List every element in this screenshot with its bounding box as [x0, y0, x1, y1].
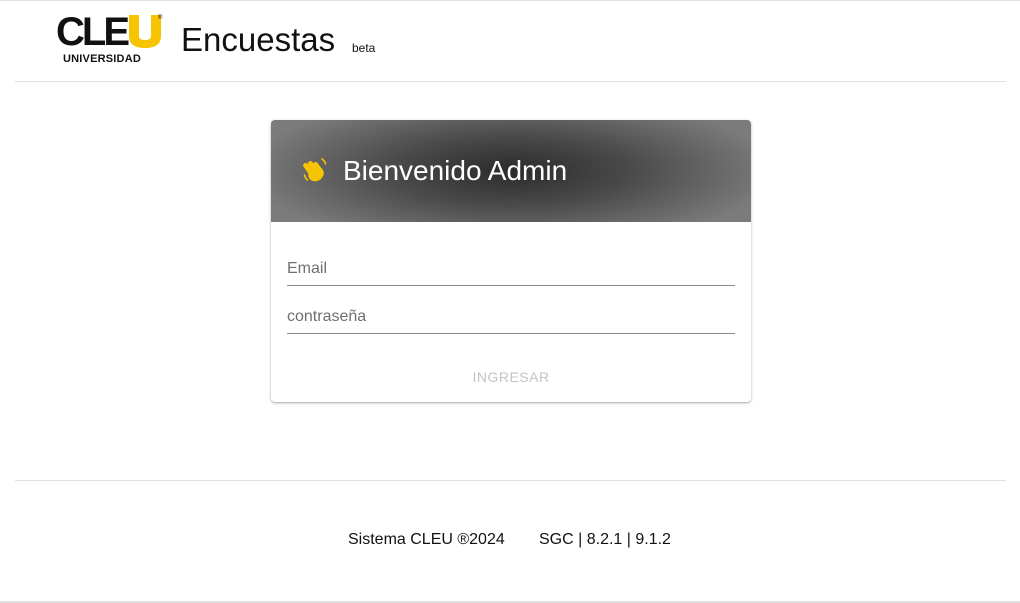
- email-field[interactable]: [287, 255, 735, 286]
- email-input[interactable]: [287, 255, 735, 283]
- logo-word: CLE: [56, 10, 161, 54]
- footer-version: SGC | 8.2.1 | 9.1.2: [539, 531, 671, 548]
- logo-subtitle: UNIVERSIDAD: [63, 53, 141, 65]
- password-field[interactable]: [287, 303, 735, 334]
- password-input[interactable]: [287, 303, 735, 331]
- app-title: Encuestas: [181, 21, 336, 58]
- logo-text: CLE: [56, 10, 130, 54]
- footer-divider: [15, 480, 1006, 481]
- welcome-title: Bienvenido Admin: [343, 155, 568, 186]
- waving-hand-icon: [303, 157, 327, 183]
- beta-tag: beta: [352, 41, 376, 55]
- header: CLE ® UNIVERSIDAD Encuestas beta: [0, 1, 1020, 82]
- logo-registered-mark: ®: [158, 15, 163, 21]
- logo-u-icon: [129, 15, 161, 48]
- cleu-logo[interactable]: CLE ® UNIVERSIDAD: [56, 10, 166, 67]
- footer-copyright: Sistema CLEU ®2024: [348, 531, 505, 548]
- header-divider: [15, 81, 1006, 82]
- login-card: Bienvenido Admin INGRESAR: [271, 120, 751, 402]
- login-button[interactable]: INGRESAR: [287, 360, 735, 392]
- login-card-header: Bienvenido Admin: [271, 120, 751, 222]
